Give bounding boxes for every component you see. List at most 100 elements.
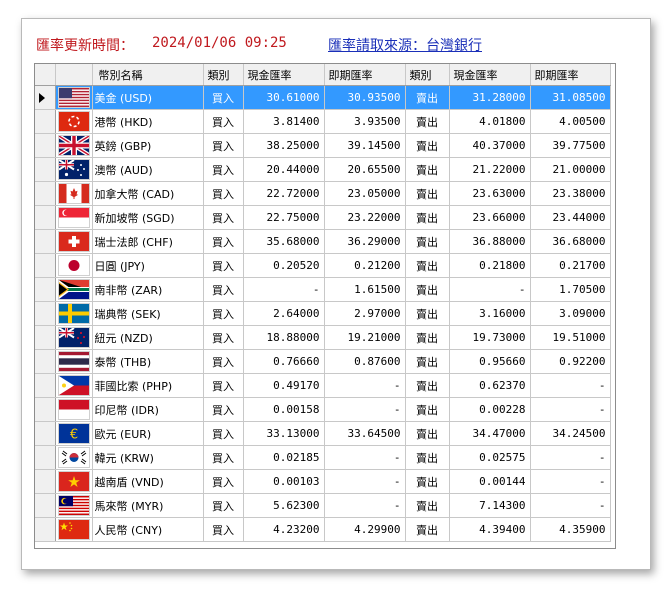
- buy-cash-rate[interactable]: 3.81400: [243, 109, 325, 134]
- rate-source-link[interactable]: 匯率請取來源：台灣銀行: [328, 35, 482, 55]
- buy-spot-rate[interactable]: 23.22000: [324, 205, 406, 230]
- buy-spot-rate[interactable]: 1.61500: [324, 277, 406, 302]
- table-row[interactable]: 瑞典幣 (SEK) 買入 2.64000 2.97000 賣出 3.16000 3.0900…: [35, 301, 611, 326]
- column-header-buy-cash[interactable]: 現金匯率: [243, 64, 325, 86]
- buy-spot-rate[interactable]: 39.14500: [324, 133, 406, 158]
- sell-type[interactable]: 賣出: [405, 445, 450, 470]
- currency-name[interactable]: 人民幣 (CNY): [92, 517, 204, 542]
- buy-type[interactable]: 買入: [203, 397, 244, 422]
- sell-spot-rate[interactable]: 4.00500: [530, 109, 611, 134]
- currency-name[interactable]: 港幣 (HKD): [92, 109, 204, 134]
- buy-cash-rate[interactable]: 0.00158: [243, 397, 325, 422]
- sell-type[interactable]: 賣出: [405, 421, 450, 446]
- currency-name[interactable]: 瑞典幣 (SEK): [92, 301, 204, 326]
- buy-cash-rate[interactable]: 0.00103: [243, 469, 325, 494]
- row-indicator[interactable]: [35, 253, 56, 278]
- buy-type[interactable]: 買入: [203, 277, 244, 302]
- currency-name[interactable]: 馬來幣 (MYR): [92, 493, 204, 518]
- column-header-currency[interactable]: 幣別名稱: [92, 64, 204, 86]
- buy-spot-rate[interactable]: 2.97000: [324, 301, 406, 326]
- buy-cash-rate[interactable]: 2.64000: [243, 301, 325, 326]
- row-indicator[interactable]: [35, 445, 56, 470]
- buy-type[interactable]: 買入: [203, 493, 244, 518]
- buy-type[interactable]: 買入: [203, 205, 244, 230]
- sell-type[interactable]: 賣出: [405, 397, 450, 422]
- row-indicator[interactable]: [35, 493, 56, 518]
- sell-spot-rate[interactable]: -: [530, 397, 611, 422]
- row-indicator[interactable]: [35, 229, 56, 254]
- sell-spot-rate[interactable]: -: [530, 373, 611, 398]
- sell-type[interactable]: 賣出: [405, 253, 450, 278]
- sell-spot-rate[interactable]: 31.08500: [530, 85, 611, 110]
- sell-cash-rate[interactable]: 31.28000: [449, 85, 531, 110]
- column-header-buy-type[interactable]: 類別: [203, 64, 244, 86]
- buy-type[interactable]: 買入: [203, 517, 244, 542]
- buy-spot-rate[interactable]: 19.21000: [324, 325, 406, 350]
- row-indicator[interactable]: [35, 277, 56, 302]
- row-indicator[interactable]: [35, 397, 56, 422]
- currency-name[interactable]: 紐元 (NZD): [92, 325, 204, 350]
- buy-spot-rate[interactable]: 23.05000: [324, 181, 406, 206]
- sell-cash-rate[interactable]: 0.21800: [449, 253, 531, 278]
- row-indicator[interactable]: [35, 373, 56, 398]
- row-indicator[interactable]: [35, 181, 56, 206]
- sell-spot-rate[interactable]: -: [530, 469, 611, 494]
- sell-spot-rate[interactable]: 34.24500: [530, 421, 611, 446]
- table-row[interactable]: 加拿大幣 (CAD) 買入 22.72000 23.05000 賣出 23.63000 23…: [35, 181, 611, 206]
- currency-name[interactable]: 日圓 (JPY): [92, 253, 204, 278]
- sell-cash-rate[interactable]: 23.63000: [449, 181, 531, 206]
- table-row[interactable]: 越南盾 (VND) 買入 0.00103- 賣出 0.00144-: [35, 469, 611, 494]
- buy-type[interactable]: 買入: [203, 133, 244, 158]
- sell-type[interactable]: 賣出: [405, 205, 450, 230]
- buy-cash-rate[interactable]: -: [243, 277, 325, 302]
- sell-type[interactable]: 賣出: [405, 85, 450, 110]
- sell-cash-rate[interactable]: 0.95660: [449, 349, 531, 374]
- sell-cash-rate[interactable]: 0.62370: [449, 373, 531, 398]
- table-row[interactable]: 紐元 (NZD) 買入 18.88000 19.21000 賣出 19.73000 19.5…: [35, 325, 611, 350]
- buy-type[interactable]: 買入: [203, 253, 244, 278]
- sell-cash-rate[interactable]: -: [449, 277, 531, 302]
- table-row[interactable]: 泰幣 (THB) 買入 0.76660 0.87600 賣出 0.95660 0.92200: [35, 349, 611, 374]
- sell-spot-rate[interactable]: 1.70500: [530, 277, 611, 302]
- buy-cash-rate[interactable]: 0.20520: [243, 253, 325, 278]
- sell-type[interactable]: 賣出: [405, 133, 450, 158]
- buy-cash-rate[interactable]: 30.61000: [243, 85, 325, 110]
- sell-type[interactable]: 賣出: [405, 469, 450, 494]
- buy-type[interactable]: 買入: [203, 349, 244, 374]
- sell-cash-rate[interactable]: 0.02575: [449, 445, 531, 470]
- buy-spot-rate[interactable]: 30.93500: [324, 85, 406, 110]
- buy-cash-rate[interactable]: 18.88000: [243, 325, 325, 350]
- buy-type[interactable]: 買入: [203, 325, 244, 350]
- currency-name[interactable]: 加拿大幣 (CAD): [92, 181, 204, 206]
- buy-spot-rate[interactable]: -: [324, 493, 406, 518]
- buy-cash-rate[interactable]: 22.72000: [243, 181, 325, 206]
- buy-spot-rate[interactable]: 0.87600: [324, 349, 406, 374]
- buy-cash-rate[interactable]: 35.68000: [243, 229, 325, 254]
- buy-type[interactable]: 買入: [203, 85, 244, 110]
- sell-spot-rate[interactable]: 4.35900: [530, 517, 611, 542]
- buy-type[interactable]: 買入: [203, 181, 244, 206]
- row-indicator[interactable]: [35, 469, 56, 494]
- buy-cash-rate[interactable]: 33.13000: [243, 421, 325, 446]
- sell-type[interactable]: 賣出: [405, 325, 450, 350]
- table-row[interactable]: 新加坡幣 (SGD) 買入 22.75000 23.22000 賣出 23.66000 23…: [35, 205, 611, 230]
- buy-cash-rate[interactable]: 20.44000: [243, 157, 325, 182]
- sell-cash-rate[interactable]: 3.16000: [449, 301, 531, 326]
- sell-type[interactable]: 賣出: [405, 373, 450, 398]
- currency-name[interactable]: 歐元 (EUR): [92, 421, 204, 446]
- table-row[interactable]: 澳幣 (AUD) 買入 20.44000 20.65500 賣出 21.22000 21.0…: [35, 157, 611, 182]
- sell-cash-rate[interactable]: 34.47000: [449, 421, 531, 446]
- currency-name[interactable]: 菲國比索 (PHP): [92, 373, 204, 398]
- column-header-sell-spot[interactable]: 即期匯率: [530, 64, 611, 86]
- buy-cash-rate[interactable]: 0.49170: [243, 373, 325, 398]
- sell-spot-rate[interactable]: 0.92200: [530, 349, 611, 374]
- table-row[interactable]: 印尼幣 (IDR) 買入 0.00158- 賣出 0.00228-: [35, 397, 611, 422]
- sell-spot-rate[interactable]: 39.77500: [530, 133, 611, 158]
- sell-cash-rate[interactable]: 40.37000: [449, 133, 531, 158]
- buy-type[interactable]: 買入: [203, 109, 244, 134]
- sell-type[interactable]: 賣出: [405, 229, 450, 254]
- buy-type[interactable]: 買入: [203, 373, 244, 398]
- sell-spot-rate[interactable]: 23.38000: [530, 181, 611, 206]
- buy-spot-rate[interactable]: 4.29900: [324, 517, 406, 542]
- buy-spot-rate[interactable]: -: [324, 469, 406, 494]
